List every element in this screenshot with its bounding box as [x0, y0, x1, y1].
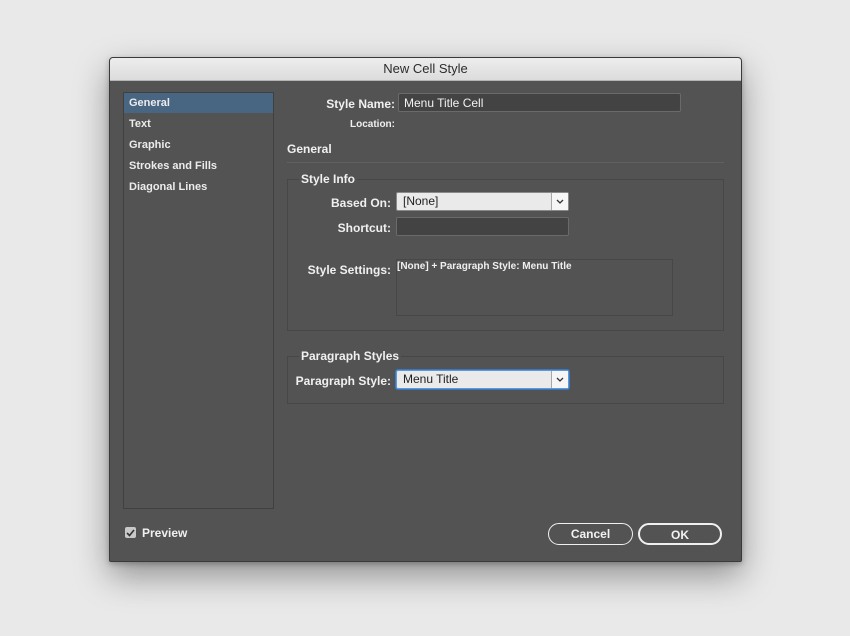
paragraph-style-select[interactable]: Menu Title	[396, 370, 569, 389]
ok-button[interactable]: OK	[638, 523, 722, 545]
style-info-title: Style Info	[299, 172, 358, 186]
section-title: General	[287, 142, 332, 156]
cancel-button[interactable]: Cancel	[548, 523, 633, 545]
sidebar-item-graphic[interactable]: Graphic	[124, 135, 273, 155]
location-label: Location:	[350, 119, 395, 130]
paragraph-style-label: Paragraph Style:	[295, 374, 391, 388]
sidebar-item-strokes-and-fills[interactable]: Strokes and Fills	[124, 156, 273, 176]
based-on-value: [None]	[403, 194, 439, 208]
paragraph-style-value: Menu Title	[403, 372, 459, 386]
sidebar-item-diagonal-lines[interactable]: Diagonal Lines	[124, 177, 273, 197]
checkmark-icon	[126, 528, 135, 537]
new-cell-style-dialog: New Cell Style General Text Graphic Stro…	[109, 57, 742, 562]
based-on-select[interactable]: [None]	[396, 192, 569, 211]
preview-checkbox[interactable]	[125, 527, 136, 538]
shortcut-input[interactable]	[396, 217, 569, 236]
style-settings-value: [None] + Paragraph Style: Menu Title	[397, 261, 572, 272]
shortcut-label: Shortcut:	[337, 221, 391, 235]
category-sidebar: General Text Graphic Strokes and Fills D…	[123, 92, 274, 509]
style-settings-label: Style Settings:	[307, 263, 391, 277]
sidebar-item-text[interactable]: Text	[124, 114, 273, 134]
section-divider	[287, 162, 724, 163]
dialog-title: New Cell Style	[110, 58, 741, 81]
preview-label[interactable]: Preview	[142, 526, 187, 540]
style-name-label: Style Name:	[326, 97, 395, 111]
sidebar-item-general[interactable]: General	[124, 93, 273, 113]
based-on-label: Based On:	[330, 196, 391, 210]
chevron-down-icon	[551, 193, 568, 210]
style-name-input[interactable]	[398, 93, 681, 112]
paragraph-styles-title: Paragraph Styles	[299, 349, 402, 363]
chevron-down-icon	[551, 371, 568, 388]
